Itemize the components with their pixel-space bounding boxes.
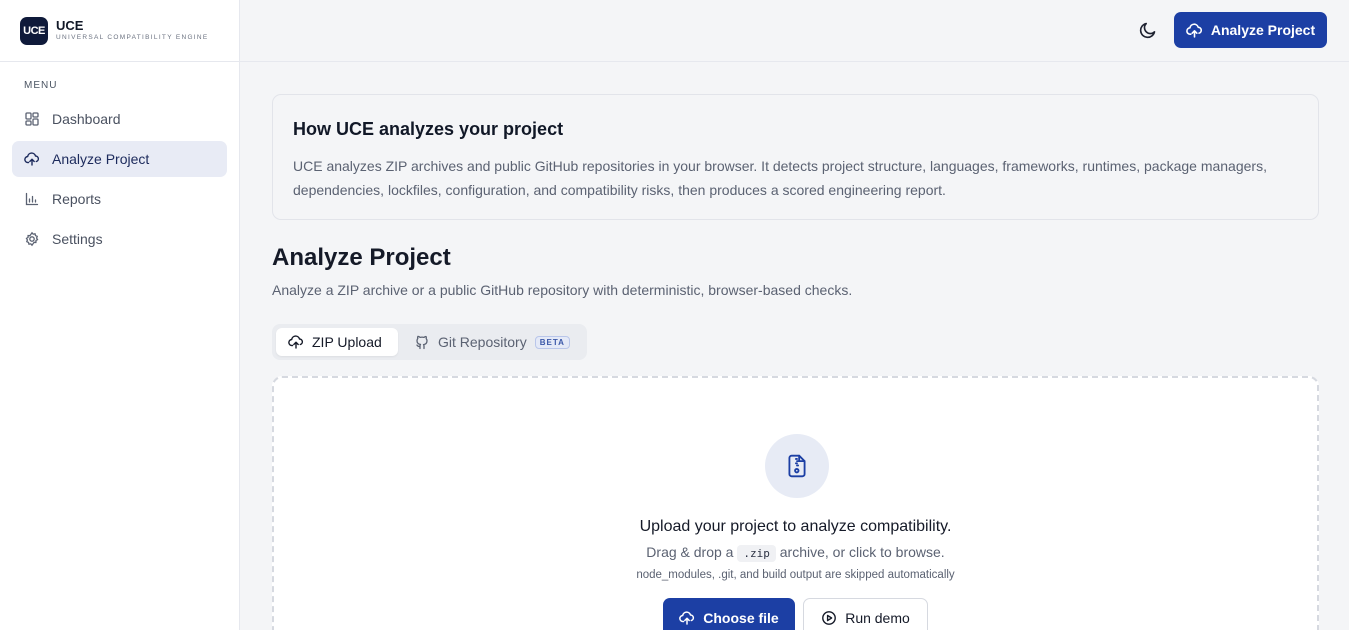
- menu-label: MENU: [24, 80, 58, 91]
- choose-file-button[interactable]: Choose file: [663, 598, 795, 630]
- upload-instructions-suffix: archive, or click to browse.: [779, 544, 945, 560]
- tab-label: ZIP Upload: [312, 334, 382, 350]
- zip-dropzone[interactable]: Upload your project to analyze compatibi…: [272, 376, 1319, 630]
- info-card: How UCE analyzes your project UCE analyz…: [272, 94, 1319, 220]
- cloud-upload-icon: [288, 335, 304, 349]
- brand[interactable]: UCE UCE UNIVERSAL COMPATIBILITY ENGINE: [0, 0, 239, 62]
- brand-subtitle: UNIVERSAL COMPATIBILITY ENGINE: [56, 34, 209, 41]
- upload-actions: Choose file Run demo: [663, 598, 928, 630]
- upload-instructions-prefix: Drag & drop a: [646, 544, 734, 560]
- page-title: Analyze Project: [272, 244, 451, 271]
- analyze-project-button[interactable]: Analyze Project: [1174, 12, 1327, 48]
- beta-badge: BETA: [534, 335, 570, 349]
- cloud-upload-icon: [1186, 22, 1202, 38]
- upload-title: Upload your project to analyze compatibi…: [639, 518, 952, 535]
- sidebar-item-settings[interactable]: Settings: [12, 221, 227, 257]
- brand-name: UCE: [56, 18, 84, 33]
- zip-extension-code: .zip: [737, 545, 776, 562]
- top-bar: Analyze Project: [240, 0, 1349, 62]
- upload-icon-circle: [765, 434, 829, 498]
- dashboard-grid-icon: [25, 112, 39, 126]
- sidebar-item-label: Reports: [52, 191, 102, 207]
- upload-note: node_modules, .git, and build output are…: [636, 569, 955, 581]
- play-circle-icon: [822, 611, 837, 625]
- tab-label: Git Repository: [438, 334, 527, 350]
- gear-icon: [25, 231, 39, 247]
- tab-git-repository[interactable]: Git Repository BETA: [402, 328, 582, 356]
- run-demo-button[interactable]: Run demo: [803, 598, 928, 630]
- app-logo: UCE: [20, 16, 48, 45]
- sidebar-item-label: Dashboard: [52, 111, 121, 127]
- choose-file-label: Choose file: [703, 610, 779, 626]
- github-icon: [416, 335, 428, 350]
- sidebar-item-label: Analyze Project: [52, 151, 150, 167]
- info-title: How UCE analyzes your project: [293, 119, 564, 139]
- tab-zip-upload[interactable]: ZIP Upload: [276, 328, 398, 356]
- file-zip-icon: [788, 454, 806, 478]
- page-subtitle: Analyze a ZIP archive or a public GitHub…: [272, 282, 853, 298]
- sidebar-item-dashboard[interactable]: Dashboard: [12, 101, 227, 137]
- theme-toggle-button[interactable]: [1136, 18, 1160, 42]
- run-demo-label: Run demo: [845, 610, 910, 626]
- moon-icon: [1139, 22, 1156, 39]
- sidebar: UCE UCE UNIVERSAL COMPATIBILITY ENGINE M…: [0, 0, 240, 630]
- cloud-upload-icon: [24, 152, 40, 166]
- source-tabs: ZIP Upload Git Repository BETA: [272, 324, 587, 360]
- sidebar-nav: Dashboard Analyze Project Reports Settin…: [12, 101, 227, 261]
- bar-chart-icon: [25, 192, 39, 206]
- analyze-project-button-label: Analyze Project: [1210, 22, 1316, 38]
- sidebar-item-analyze-project[interactable]: Analyze Project: [12, 141, 227, 177]
- sidebar-item-reports[interactable]: Reports: [12, 181, 227, 217]
- cloud-upload-icon: [679, 611, 695, 625]
- info-body: UCE analyzes ZIP archives and public Git…: [293, 158, 1267, 198]
- upload-instructions: Drag & drop a .zip archive, or click to …: [274, 544, 1317, 562]
- sidebar-item-label: Settings: [52, 231, 103, 247]
